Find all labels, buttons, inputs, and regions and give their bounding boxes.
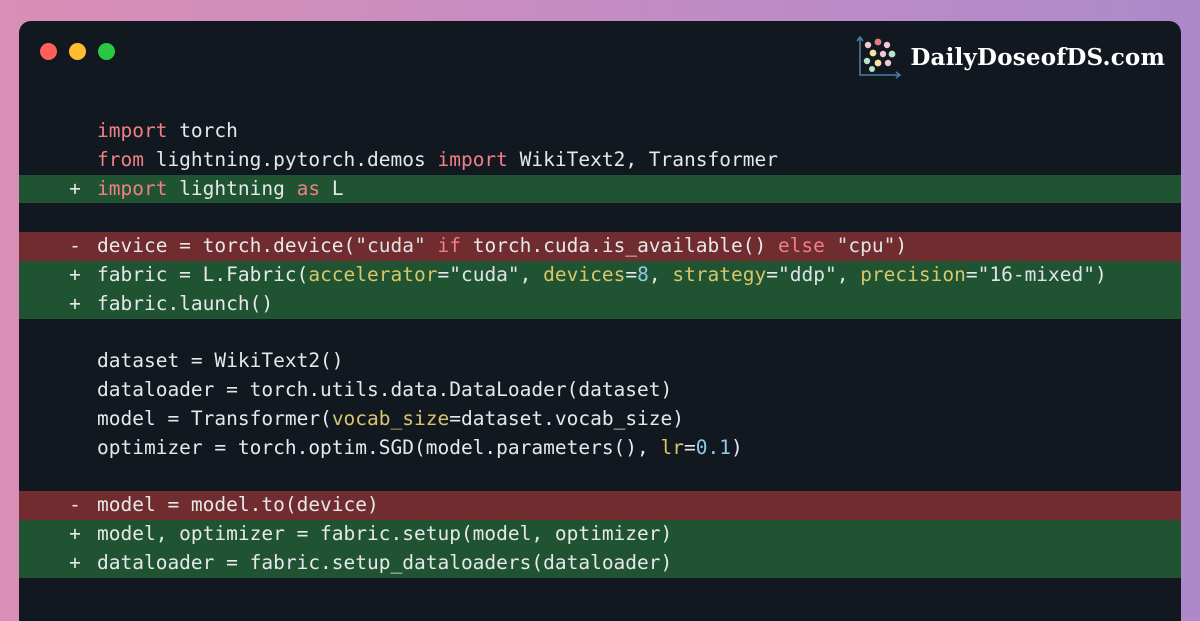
code-line-context: optimizer = torch.optim.SGD(model.parame…	[19, 434, 1181, 463]
argument-token: accelerator	[308, 262, 438, 286]
code-text: fabric = L.Fabric(accelerator="cuda", de…	[97, 261, 1107, 290]
close-window-button[interactable]	[40, 43, 57, 60]
code-text: import torch	[97, 117, 238, 146]
code-line-removed: - model = model.to(device)	[19, 491, 1181, 521]
code-token: model = model.to(device)	[97, 493, 379, 517]
keyword-token: import	[425, 147, 520, 171]
code-token: lightning	[179, 176, 285, 200]
maximize-window-button[interactable]	[98, 43, 115, 60]
added-marker: +	[69, 522, 81, 546]
code-text: model = Transformer(vocab_size=dataset.v…	[97, 405, 684, 434]
code-line-added: + model, optimizer = fabric.setup(model, …	[19, 520, 1181, 549]
code-token: )	[731, 435, 743, 459]
code-line-context: model = Transformer(vocab_size=dataset.v…	[19, 405, 1181, 434]
code-line-context: import torch	[19, 117, 1181, 146]
argument-token: precision	[860, 262, 966, 286]
code-token: ,	[648, 262, 673, 286]
added-marker: +	[69, 176, 81, 200]
code-token: model, optimizer = fabric.setup(model, o…	[97, 522, 673, 546]
code-line-added: + fabric.launch()	[19, 289, 1181, 319]
code-token: ,	[519, 262, 544, 286]
code-token: =	[965, 262, 978, 286]
code-text: model, optimizer = fabric.setup(model, o…	[97, 520, 672, 549]
keyword-token: else	[766, 234, 837, 258]
code-text: dataloader = fabric.setup_dataloaders(da…	[97, 549, 672, 578]
code-line-removed: - device = torch.device("cuda" if torch.c…	[19, 232, 1181, 261]
code-diff: import torch from lightning.pytorch.demos…	[19, 117, 1181, 578]
number-token: 8	[637, 262, 649, 286]
argument-token: lr	[660, 435, 685, 459]
string-token: "cpu"	[836, 234, 896, 258]
argument-token: strategy	[672, 262, 767, 286]
keyword-token: if	[425, 234, 473, 258]
code-text: dataloader = torch.utils.data.DataLoader…	[97, 376, 672, 405]
code-token: =	[684, 435, 696, 459]
code-token: =	[625, 262, 638, 286]
code-token: =dataset.vocab_size)	[449, 406, 685, 430]
code-line-context: dataset = WikiText2()	[19, 347, 1181, 376]
code-token: fabric = L.Fabric(	[97, 262, 309, 286]
string-token: "16-mixed"	[977, 262, 1096, 286]
code-window: DailyDoseofDS.com import torch from light…	[19, 21, 1181, 621]
code-token: =	[766, 262, 778, 286]
code-token: ,	[836, 262, 861, 286]
code-text: import lightning as L	[97, 175, 344, 204]
code-token: )	[1095, 262, 1107, 286]
code-token: =	[437, 262, 450, 286]
code-token: dataloader = torch.utils.data.DataLoader…	[97, 378, 673, 402]
code-token: L	[331, 176, 344, 200]
keyword-token: from	[97, 147, 156, 171]
added-marker: +	[69, 262, 81, 286]
code-token: lightning.pytorch.demos	[155, 147, 426, 171]
code-text: optimizer = torch.optim.SGD(model.parame…	[97, 434, 743, 463]
code-line-context: dataloader = torch.utils.data.DataLoader…	[19, 376, 1181, 405]
brand-name: DailyDoseofDS.com	[910, 43, 1165, 71]
added-marker: +	[69, 550, 81, 574]
argument-token: devices	[543, 262, 626, 286]
window-titlebar: DailyDoseofDS.com	[19, 21, 1181, 81]
code-text: dataset = WikiText2()	[97, 347, 344, 376]
minimize-window-button[interactable]	[69, 43, 86, 60]
code-token: torch.cuda.is_available()	[472, 234, 767, 258]
number-token: 0.1	[695, 435, 731, 459]
code-token: dataset = WikiText2()	[97, 349, 344, 373]
code-token: )	[895, 234, 908, 258]
code-token: model = Transformer(	[97, 406, 332, 430]
code-line-added: + fabric = L.Fabric(accelerator="cuda", d…	[19, 260, 1181, 290]
code-text: device = torch.device("cuda" if torch.cu…	[97, 232, 907, 261]
code-token: WikiText2, Transformer	[519, 147, 778, 171]
removed-marker: -	[69, 234, 81, 258]
keyword-token: import	[97, 119, 180, 142]
code-token: dataloader = fabric.setup_dataloaders(da…	[97, 550, 673, 574]
string-token: "ddp"	[778, 262, 837, 286]
code-text: from lightning.pytorch.demos import Wiki…	[97, 146, 778, 175]
code-line-context: from lightning.pytorch.demos import Wiki…	[19, 146, 1181, 175]
code-token: fabric.launch()	[97, 291, 274, 315]
added-marker: +	[69, 291, 81, 315]
removed-marker: -	[69, 493, 81, 517]
code-text: fabric.launch()	[97, 290, 273, 319]
string-token: "cuda"	[355, 234, 426, 258]
code-line-added: + dataloader = fabric.setup_dataloaders(d…	[19, 548, 1181, 578]
string-token: "cuda"	[449, 262, 520, 286]
keyword-token: as	[284, 176, 332, 200]
keyword-token: import	[97, 176, 180, 200]
code-token: torch	[179, 119, 238, 142]
argument-token: vocab_size	[331, 406, 450, 430]
brand-logo: DailyDoseofDS.com	[854, 33, 1165, 81]
scatter-plot-logo-icon	[856, 35, 902, 79]
code-text: model = model.to(device)	[97, 491, 379, 520]
code-line-added: + import lightning as L	[19, 174, 1181, 204]
code-token: optimizer = torch.optim.SGD(model.parame…	[97, 435, 661, 459]
code-token: device = torch.device(	[97, 234, 356, 258]
